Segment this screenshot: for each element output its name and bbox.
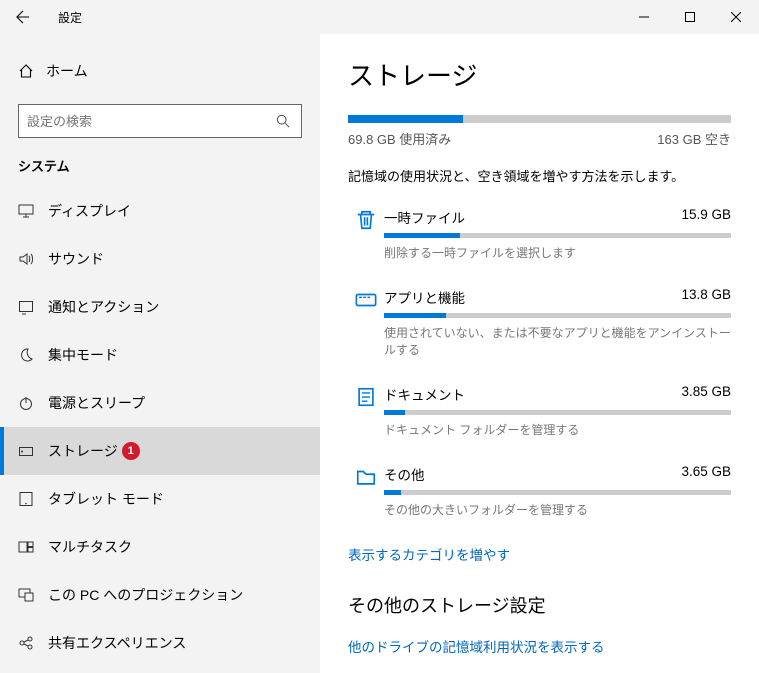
category-desc: 使用されていない、または不要なアプリと機能をアンインストールする xyxy=(384,324,731,358)
search-icon xyxy=(273,114,293,128)
sidebar-item-label: タブレット モード xyxy=(48,489,164,509)
search-input[interactable] xyxy=(27,114,273,129)
back-button[interactable] xyxy=(0,0,46,34)
share-icon xyxy=(18,635,48,651)
notifications-icon xyxy=(18,299,48,315)
power-icon xyxy=(18,395,48,411)
maximize-icon xyxy=(685,12,695,22)
arrow-left-icon xyxy=(16,10,30,24)
storage-description: 記憶域の使用状況と、空き領域を増やす方法を示します。 xyxy=(348,166,731,185)
category-other[interactable]: その他 3.65 GB その他の大きいフォルダーを管理する xyxy=(348,464,731,518)
category-bar xyxy=(384,313,731,318)
projection-icon xyxy=(18,587,48,603)
category-documents[interactable]: ドキュメント 3.85 GB ドキュメント フォルダーを管理する xyxy=(348,384,731,438)
sidebar-item-label: サウンド xyxy=(48,249,104,269)
sidebar-item-storage[interactable]: ストレージ 1 xyxy=(0,427,320,475)
sidebar-item-shared[interactable]: 共有エクスペリエンス xyxy=(0,619,320,667)
category-desc: その他の大きいフォルダーを管理する xyxy=(384,501,731,518)
sidebar-item-label: ディスプレイ xyxy=(48,201,131,221)
search-box[interactable] xyxy=(18,104,302,138)
tablet-icon xyxy=(18,491,48,507)
category-size: 3.85 GB xyxy=(681,384,731,404)
apps-icon xyxy=(348,287,384,358)
sidebar-item-tablet[interactable]: タブレット モード xyxy=(0,475,320,523)
category-desc: ドキュメント フォルダーを管理する xyxy=(384,421,731,438)
sound-icon xyxy=(18,251,48,267)
category-name: ドキュメント xyxy=(384,384,465,404)
sidebar-item-focus[interactable]: 集中モード xyxy=(0,331,320,379)
category-bar xyxy=(384,490,731,495)
sidebar-item-label: 電源とスリープ xyxy=(48,393,145,413)
storage-icon xyxy=(18,443,48,459)
sidebar-item-label: マルチタスク xyxy=(48,537,132,557)
sidebar-item-label: 集中モード xyxy=(48,345,118,365)
category-name: アプリと機能 xyxy=(384,287,465,307)
category-bar xyxy=(384,233,731,238)
category-size: 15.9 GB xyxy=(681,207,731,227)
annotation-badge-1: 1 xyxy=(122,442,140,460)
window-controls xyxy=(621,0,759,34)
minimize-button[interactable] xyxy=(621,0,667,34)
sidebar: ホーム システム ディスプレイ サウンド 通知とアクション 集中モード 電源とス… xyxy=(0,34,320,673)
close-icon xyxy=(731,12,741,22)
display-icon xyxy=(18,203,48,219)
sidebar-item-label: 共有エクスペリエンス xyxy=(48,633,186,653)
sidebar-item-notifications[interactable]: 通知とアクション xyxy=(0,283,320,331)
other-drives-link[interactable]: 他のドライブの記憶域利用状況を表示する xyxy=(348,636,605,656)
sidebar-item-projection[interactable]: この PC へのプロジェクション xyxy=(0,571,320,619)
category-size: 3.65 GB xyxy=(681,464,731,484)
sidebar-item-sound[interactable]: サウンド xyxy=(0,235,320,283)
category-name: その他 xyxy=(384,464,425,484)
home-label: ホーム xyxy=(46,61,88,81)
category-size: 13.8 GB xyxy=(681,287,731,307)
sidebar-item-power[interactable]: 電源とスリープ xyxy=(0,379,320,427)
storage-free: 163 GB 空き xyxy=(657,129,731,148)
category-bar xyxy=(384,410,731,415)
storage-usage-bar xyxy=(348,115,731,123)
category-name: 一時ファイル xyxy=(384,207,465,227)
trash-icon xyxy=(348,207,384,261)
home-icon xyxy=(18,63,46,79)
other-settings-heading: その他のストレージ設定 xyxy=(348,592,731,618)
category-temp-files[interactable]: 一時ファイル 15.9 GB 削除する一時ファイルを選択します xyxy=(348,207,731,261)
category-apps[interactable]: アプリと機能 13.8 GB 使用されていない、または不要なアプリと機能をアンイン… xyxy=(348,287,731,358)
close-button[interactable] xyxy=(713,0,759,34)
show-more-categories-link[interactable]: 表示するカテゴリを増やす xyxy=(348,544,731,564)
documents-icon xyxy=(348,384,384,438)
title-bar: 設定 xyxy=(0,0,759,34)
window-title: 設定 xyxy=(58,9,82,26)
content-area: ストレージ 69.8 GB 使用済み 163 GB 空き 記憶域の使用状況と、空… xyxy=(320,34,759,673)
page-title: ストレージ xyxy=(348,56,731,93)
minimize-icon xyxy=(639,12,649,22)
storage-used: 69.8 GB 使用済み xyxy=(348,129,451,148)
sidebar-group-label: システム xyxy=(0,156,320,175)
moon-icon xyxy=(18,347,48,363)
category-desc: 削除する一時ファイルを選択します xyxy=(384,244,731,261)
storage-usage-text: 69.8 GB 使用済み 163 GB 空き xyxy=(348,129,731,148)
sidebar-item-label: この PC へのプロジェクション xyxy=(48,585,243,605)
sidebar-item-multitask[interactable]: マルチタスク xyxy=(0,523,320,571)
home-link[interactable]: ホーム xyxy=(0,52,320,90)
multitask-icon xyxy=(18,539,48,555)
sidebar-item-label: ストレージ xyxy=(48,441,118,461)
maximize-button[interactable] xyxy=(667,0,713,34)
sidebar-item-display[interactable]: ディスプレイ xyxy=(0,187,320,235)
folder-icon xyxy=(348,464,384,518)
sidebar-item-label: 通知とアクション xyxy=(48,297,159,317)
